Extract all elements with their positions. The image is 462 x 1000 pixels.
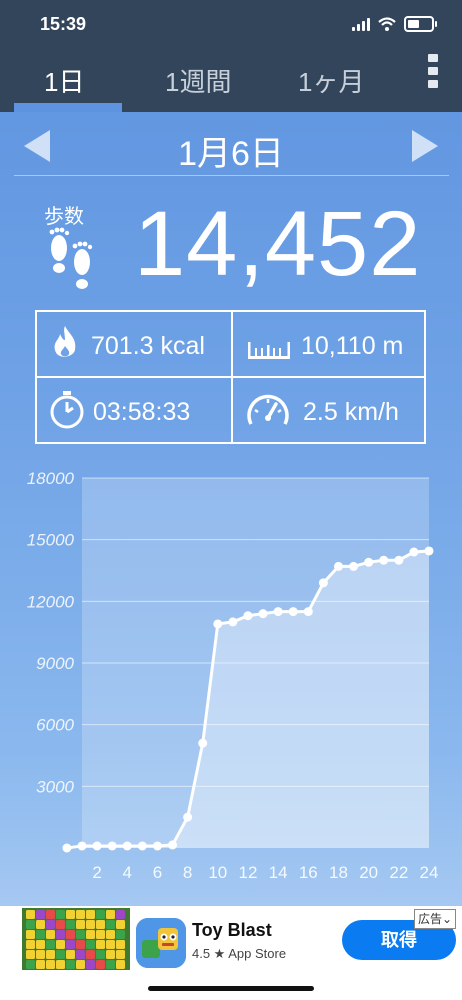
data-point — [394, 555, 404, 565]
ad-title: Toy Blast — [192, 920, 272, 940]
x-tick-label: 6 — [153, 863, 162, 882]
ad-app-icon — [136, 918, 186, 968]
flame-icon — [54, 326, 76, 357]
battery-icon — [404, 16, 437, 32]
y-tick-label: 3000 — [36, 777, 74, 796]
calories-value: 701.3 kcal — [91, 332, 205, 360]
x-tick-label: 20 — [359, 863, 378, 882]
divider — [14, 175, 449, 176]
distance-value: 10,110 m — [301, 332, 404, 360]
data-point — [243, 611, 253, 621]
ruler-icon — [248, 342, 290, 359]
data-point — [122, 841, 132, 851]
data-point — [92, 841, 102, 851]
signal-icon — [352, 17, 370, 31]
data-point — [409, 547, 419, 557]
x-tick-label: 4 — [123, 863, 132, 882]
data-point — [62, 843, 72, 853]
data-point — [273, 607, 283, 617]
steps-label: 歩数 — [44, 206, 84, 228]
x-tick-label: 22 — [389, 863, 408, 882]
ad-label-text: 広告 — [418, 912, 443, 926]
ad-rating: 4.5 ★ App Store — [192, 946, 287, 961]
data-point — [137, 841, 147, 851]
data-point — [318, 578, 328, 588]
data-point — [152, 841, 162, 851]
chevron-down-icon: ⌄ — [442, 912, 453, 926]
more-menu-icon[interactable] — [428, 54, 440, 88]
ad-game-thumbnail — [22, 908, 130, 970]
y-tick-label: 9000 — [36, 654, 74, 673]
grid-divider — [37, 376, 424, 378]
x-tick-label: 24 — [420, 863, 439, 882]
data-point — [364, 557, 374, 567]
speed-value: 2.5 km/h — [303, 398, 399, 426]
tab-week[interactable]: 1週間 — [165, 62, 231, 99]
data-point — [213, 619, 223, 629]
ad-label-badge[interactable]: 広告⌄ — [414, 909, 457, 929]
data-point — [77, 841, 87, 851]
data-point — [349, 561, 359, 571]
wifi-icon — [378, 17, 396, 31]
data-point — [333, 561, 343, 571]
x-tick-label: 18 — [329, 863, 348, 882]
data-point — [288, 607, 298, 617]
status-bar: 15:39 — [0, 0, 462, 50]
x-tick-label: 14 — [269, 863, 288, 882]
date-navigation: 1月6日 — [0, 118, 462, 174]
stats-grid: 701.3 kcal 10,110 m 03:58:33 2.5 km/h — [35, 310, 426, 444]
data-point — [198, 738, 208, 748]
y-tick-label: 12000 — [27, 592, 75, 611]
data-point — [424, 546, 434, 556]
tab-day[interactable]: 1日 — [44, 62, 84, 99]
footprints-icon — [49, 227, 93, 289]
y-tick-label: 6000 — [36, 716, 74, 735]
home-indicator — [148, 986, 314, 991]
x-tick-label: 8 — [183, 863, 192, 882]
tab-active-indicator — [14, 103, 122, 112]
y-tick-label: 18000 — [27, 469, 75, 488]
x-tick-label: 12 — [238, 863, 257, 882]
steps-count: 14,452 — [134, 193, 422, 295]
data-point — [168, 840, 178, 850]
x-tick-label: 16 — [299, 863, 318, 882]
speedometer-icon — [247, 394, 289, 425]
duration-value: 03:58:33 — [93, 398, 191, 426]
data-point — [379, 555, 389, 565]
next-day-arrow-icon[interactable] — [412, 130, 438, 162]
x-tick-label: 10 — [208, 863, 227, 882]
data-point — [258, 609, 268, 619]
steps-line-chart: 3000600090001200015000180002 4 6 8 10 12 14 16 1… — [27, 469, 439, 882]
data-point — [107, 841, 117, 851]
status-time: 15:39 — [40, 14, 87, 34]
status-icons — [352, 16, 437, 32]
stopwatch-icon — [50, 391, 84, 429]
data-point — [303, 607, 313, 617]
date-title: 1月6日 — [178, 135, 284, 173]
data-point — [183, 812, 193, 822]
y-tick-label: 15000 — [27, 531, 75, 550]
x-tick-label: 2 — [92, 863, 101, 882]
tab-month[interactable]: 1ヶ月 — [298, 62, 364, 99]
data-point — [228, 617, 238, 627]
